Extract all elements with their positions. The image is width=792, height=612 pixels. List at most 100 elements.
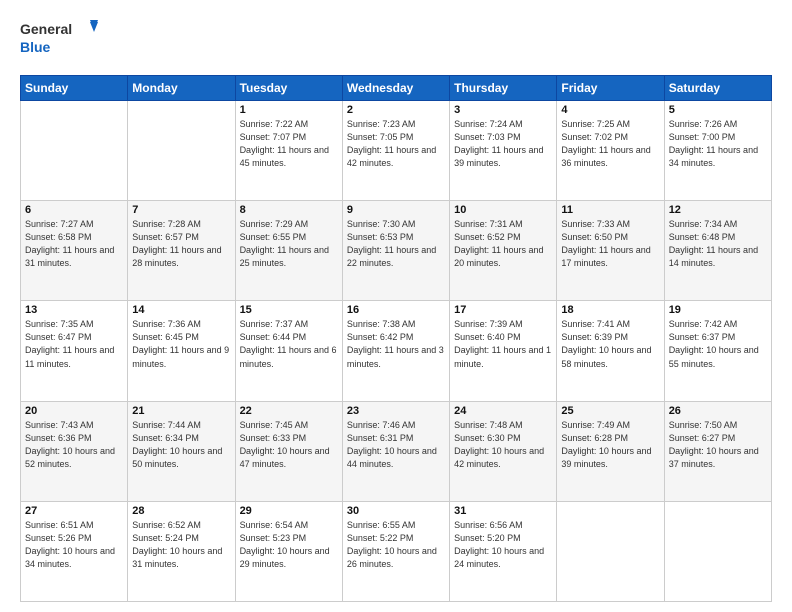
weekday-header-saturday: Saturday <box>664 76 771 101</box>
day-number: 31 <box>454 505 552 517</box>
calendar-cell: 13 Sunrise: 7:35 AMSunset: 6:47 PMDayligh… <box>21 301 128 401</box>
week-row-2: 6 Sunrise: 7:27 AMSunset: 6:58 PMDaylight… <box>21 201 772 301</box>
day-info: Sunrise: 7:26 AMSunset: 7:00 PMDaylight:… <box>669 118 767 170</box>
day-info: Sunrise: 7:24 AMSunset: 7:03 PMDaylight:… <box>454 118 552 170</box>
day-info: Sunrise: 7:42 AMSunset: 6:37 PMDaylight:… <box>669 318 767 370</box>
day-number: 3 <box>454 104 552 116</box>
calendar-cell: 16 Sunrise: 7:38 AMSunset: 6:42 PMDayligh… <box>342 301 449 401</box>
day-info: Sunrise: 7:39 AMSunset: 6:40 PMDaylight:… <box>454 318 552 370</box>
calendar-cell: 24Sunrise: 7:48 AMSunset: 6:30 PMDayligh… <box>450 401 557 501</box>
day-info: Sunrise: 6:51 AMSunset: 5:26 PMDaylight:… <box>25 519 123 571</box>
calendar-cell: 5Sunrise: 7:26 AMSunset: 7:00 PMDaylight… <box>664 101 771 201</box>
day-number: 6 <box>25 204 123 216</box>
calendar-cell: 19 Sunrise: 7:42 AMSunset: 6:37 PMDayligh… <box>664 301 771 401</box>
calendar-cell <box>21 101 128 201</box>
day-number: 19 <box>669 304 767 316</box>
day-number: 20 <box>25 405 123 417</box>
calendar-cell: 11 Sunrise: 7:33 AMSunset: 6:50 PMDayligh… <box>557 201 664 301</box>
weekday-header-tuesday: Tuesday <box>235 76 342 101</box>
calendar-cell: 26 Sunrise: 7:50 AMSunset: 6:27 PMDayligh… <box>664 401 771 501</box>
day-info: Sunrise: 7:45 AMSunset: 6:33 PMDaylight:… <box>240 419 338 471</box>
day-number: 4 <box>561 104 659 116</box>
day-number: 2 <box>347 104 445 116</box>
calendar-cell: 7 Sunrise: 7:28 AMSunset: 6:57 PMDaylight… <box>128 201 235 301</box>
day-info: Sunrise: 7:25 AMSunset: 7:02 PMDaylight:… <box>561 118 659 170</box>
day-info: Sunrise: 7:38 AMSunset: 6:42 PMDaylight:… <box>347 318 445 370</box>
day-info: Sunrise: 7:44 AMSunset: 6:34 PMDaylight:… <box>132 419 230 471</box>
header: General Blue <box>20 18 772 65</box>
day-number: 28 <box>132 505 230 517</box>
calendar-cell <box>128 101 235 201</box>
day-info: Sunrise: 7:35 AMSunset: 6:47 PMDaylight:… <box>25 318 123 370</box>
day-number: 27 <box>25 505 123 517</box>
calendar-cell: 23 Sunrise: 7:46 AMSunset: 6:31 PMDayligh… <box>342 401 449 501</box>
calendar-cell <box>664 501 771 601</box>
calendar-cell: 10 Sunrise: 7:31 AMSunset: 6:52 PMDayligh… <box>450 201 557 301</box>
day-info: Sunrise: 7:43 AMSunset: 6:36 PMDaylight:… <box>25 419 123 471</box>
calendar-cell: 21 Sunrise: 7:44 AMSunset: 6:34 PMDayligh… <box>128 401 235 501</box>
svg-text:General: General <box>20 21 72 37</box>
day-number: 14 <box>132 304 230 316</box>
day-info: Sunrise: 7:28 AMSunset: 6:57 PMDaylight:… <box>132 218 230 270</box>
day-number: 13 <box>25 304 123 316</box>
day-number: 10 <box>454 204 552 216</box>
weekday-header-thursday: Thursday <box>450 76 557 101</box>
calendar-cell: 15Sunrise: 7:37 AMSunset: 6:44 PMDayligh… <box>235 301 342 401</box>
calendar-cell: 29 Sunrise: 6:54 AMSunset: 5:23 PMDayligh… <box>235 501 342 601</box>
day-number: 9 <box>347 204 445 216</box>
calendar-cell: 22Sunrise: 7:45 AMSunset: 6:33 PMDayligh… <box>235 401 342 501</box>
day-info: Sunrise: 6:52 AMSunset: 5:24 PMDaylight:… <box>132 519 230 571</box>
day-number: 21 <box>132 405 230 417</box>
calendar-cell: 27 Sunrise: 6:51 AMSunset: 5:26 PMDayligh… <box>21 501 128 601</box>
day-info: Sunrise: 7:50 AMSunset: 6:27 PMDaylight:… <box>669 419 767 471</box>
day-number: 17 <box>454 304 552 316</box>
calendar-cell: 6 Sunrise: 7:27 AMSunset: 6:58 PMDaylight… <box>21 201 128 301</box>
calendar-table: SundayMondayTuesdayWednesdayThursdayFrid… <box>20 75 772 602</box>
day-info: Sunrise: 7:34 AMSunset: 6:48 PMDaylight:… <box>669 218 767 270</box>
day-info: Sunrise: 7:33 AMSunset: 6:50 PMDaylight:… <box>561 218 659 270</box>
calendar-cell: 14 Sunrise: 7:36 AMSunset: 6:45 PMDayligh… <box>128 301 235 401</box>
day-info: Sunrise: 7:23 AMSunset: 7:05 PMDaylight:… <box>347 118 445 170</box>
weekday-header-sunday: Sunday <box>21 76 128 101</box>
day-number: 1 <box>240 104 338 116</box>
calendar-cell: 20 Sunrise: 7:43 AMSunset: 6:36 PMDayligh… <box>21 401 128 501</box>
calendar-cell: 8 Sunrise: 7:29 AMSunset: 6:55 PMDaylight… <box>235 201 342 301</box>
day-info: Sunrise: 7:36 AMSunset: 6:45 PMDaylight:… <box>132 318 230 370</box>
day-number: 24 <box>454 405 552 417</box>
calendar-cell: 4 Sunrise: 7:25 AMSunset: 7:02 PMDaylight… <box>557 101 664 201</box>
day-number: 25 <box>561 405 659 417</box>
day-info: Sunrise: 7:31 AMSunset: 6:52 PMDaylight:… <box>454 218 552 270</box>
day-number: 26 <box>669 405 767 417</box>
logo: General Blue <box>20 18 100 65</box>
day-number: 7 <box>132 204 230 216</box>
day-number: 8 <box>240 204 338 216</box>
day-info: Sunrise: 7:27 AMSunset: 6:58 PMDaylight:… <box>25 218 123 270</box>
calendar-cell: 25 Sunrise: 7:49 AMSunset: 6:28 PMDayligh… <box>557 401 664 501</box>
day-number: 16 <box>347 304 445 316</box>
logo-svg: General Blue <box>20 18 100 65</box>
calendar-cell: 30Sunrise: 6:55 AMSunset: 5:22 PMDayligh… <box>342 501 449 601</box>
day-number: 23 <box>347 405 445 417</box>
weekday-header-friday: Friday <box>557 76 664 101</box>
day-number: 12 <box>669 204 767 216</box>
day-info: Sunrise: 7:41 AMSunset: 6:39 PMDaylight:… <box>561 318 659 370</box>
day-info: Sunrise: 7:29 AMSunset: 6:55 PMDaylight:… <box>240 218 338 270</box>
weekday-header-monday: Monday <box>128 76 235 101</box>
day-info: Sunrise: 6:54 AMSunset: 5:23 PMDaylight:… <box>240 519 338 571</box>
day-number: 29 <box>240 505 338 517</box>
svg-text:Blue: Blue <box>20 39 51 55</box>
day-info: Sunrise: 7:49 AMSunset: 6:28 PMDaylight:… <box>561 419 659 471</box>
day-number: 18 <box>561 304 659 316</box>
calendar-cell: 2 Sunrise: 7:23 AMSunset: 7:05 PMDaylight… <box>342 101 449 201</box>
day-number: 30 <box>347 505 445 517</box>
week-row-1: 1 Sunrise: 7:22 AMSunset: 7:07 PMDaylight… <box>21 101 772 201</box>
day-info: Sunrise: 7:22 AMSunset: 7:07 PMDaylight:… <box>240 118 338 170</box>
calendar-cell: 3 Sunrise: 7:24 AMSunset: 7:03 PMDaylight… <box>450 101 557 201</box>
calendar-cell: 28 Sunrise: 6:52 AMSunset: 5:24 PMDayligh… <box>128 501 235 601</box>
day-number: 11 <box>561 204 659 216</box>
day-info: Sunrise: 7:46 AMSunset: 6:31 PMDaylight:… <box>347 419 445 471</box>
calendar-cell: 17 Sunrise: 7:39 AMSunset: 6:40 PMDayligh… <box>450 301 557 401</box>
day-number: 15 <box>240 304 338 316</box>
calendar-cell: 31Sunrise: 6:56 AMSunset: 5:20 PMDayligh… <box>450 501 557 601</box>
week-row-5: 27 Sunrise: 6:51 AMSunset: 5:26 PMDayligh… <box>21 501 772 601</box>
